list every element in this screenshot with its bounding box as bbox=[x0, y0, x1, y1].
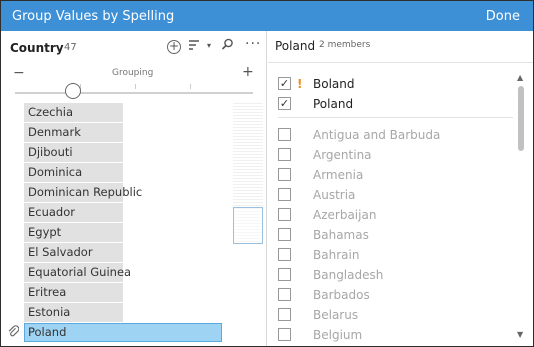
more-icon[interactable]: ··· bbox=[245, 36, 261, 52]
candidate-label: Belarus bbox=[313, 308, 359, 322]
member-label: Poland bbox=[313, 97, 354, 111]
country-item[interactable]: Eritrea bbox=[24, 283, 123, 302]
candidate-checkbox[interactable] bbox=[278, 248, 291, 261]
country-value-list: Czechia Denmark Djibouti Dominica Dominican … bbox=[1, 103, 231, 346]
candidate-label: Barbados bbox=[313, 288, 370, 302]
dialog-title: Group Values by Spelling bbox=[12, 9, 175, 24]
member-separator bbox=[278, 117, 513, 118]
country-item[interactable]: Czechia bbox=[24, 103, 123, 122]
candidate-checkbox[interactable] bbox=[278, 328, 291, 341]
candidate-label: Bangladesh bbox=[313, 268, 384, 282]
paperclip-icon[interactable] bbox=[7, 324, 20, 341]
candidate-checkbox[interactable] bbox=[278, 168, 291, 181]
candidate-checkbox[interactable] bbox=[278, 308, 291, 321]
member-label: Boland bbox=[313, 77, 355, 91]
candidate-label: Belgium bbox=[313, 328, 363, 342]
plus-icon[interactable]: + bbox=[242, 64, 254, 80]
group-members-panel: Poland 2 members ✓! Boland ✓ Poland Antigua… bbox=[268, 31, 533, 346]
field-values-panel: Country 47 + ▾ ··· − Grouping + Czechia D… bbox=[1, 31, 267, 346]
minus-icon[interactable]: − bbox=[13, 65, 25, 81]
field-value-count: 47 bbox=[64, 42, 77, 53]
member-checkbox[interactable]: ✓ bbox=[278, 97, 291, 110]
done-button[interactable]: Done bbox=[486, 9, 520, 24]
grouping-slider[interactable] bbox=[15, 92, 253, 94]
country-item[interactable]: Poland bbox=[24, 323, 222, 342]
candidate-checkbox[interactable] bbox=[278, 228, 291, 241]
candidate-checkbox[interactable] bbox=[278, 268, 291, 281]
search-icon[interactable] bbox=[221, 38, 234, 54]
slider-thumb[interactable] bbox=[65, 83, 81, 99]
candidate-label: Argentina bbox=[313, 148, 372, 162]
candidate-checkbox[interactable] bbox=[278, 148, 291, 161]
field-name: Country bbox=[10, 41, 64, 55]
group-member-count: 2 members bbox=[319, 40, 371, 50]
vertical-scrollbar[interactable] bbox=[518, 86, 524, 151]
group-name: Poland bbox=[275, 39, 316, 53]
plus-circle-icon[interactable]: + bbox=[167, 40, 181, 54]
scroll-up-arrow-icon[interactable]: ▲ bbox=[517, 73, 523, 82]
group-values-dialog: Group Values by Spelling Done Country 47… bbox=[0, 0, 534, 347]
country-item[interactable]: Equatorial Guinea bbox=[24, 263, 131, 282]
dialog-titlebar: Group Values by Spelling Done bbox=[1, 1, 533, 31]
country-item[interactable]: Dominica bbox=[24, 163, 123, 182]
chevron-down-icon[interactable]: ▾ bbox=[207, 41, 211, 50]
country-item[interactable]: Egypt bbox=[24, 223, 123, 242]
candidate-checkbox[interactable] bbox=[278, 128, 291, 141]
candidate-checkbox[interactable] bbox=[278, 288, 291, 301]
country-item[interactable]: Djibouti bbox=[24, 143, 123, 162]
country-item[interactable]: Denmark bbox=[24, 123, 123, 142]
country-item[interactable]: El Salvador bbox=[24, 243, 123, 262]
sort-icon[interactable] bbox=[188, 39, 200, 54]
candidate-checkbox[interactable] bbox=[278, 208, 291, 221]
country-item[interactable]: Ecuador bbox=[24, 203, 123, 222]
candidate-checkbox[interactable] bbox=[278, 188, 291, 201]
country-item[interactable]: Estonia bbox=[24, 303, 123, 322]
candidate-label: Armenia bbox=[313, 168, 364, 182]
overview-viewport[interactable] bbox=[233, 207, 263, 244]
warning-icon: ! bbox=[297, 77, 303, 91]
member-checkbox[interactable]: ✓ bbox=[278, 77, 291, 90]
candidate-label: Austria bbox=[313, 188, 356, 202]
scroll-down-arrow-icon[interactable]: ▼ bbox=[517, 330, 523, 339]
country-item[interactable]: Dominican Republic bbox=[24, 183, 142, 202]
slider-tick bbox=[135, 84, 136, 89]
candidate-label: Bahamas bbox=[313, 228, 369, 242]
candidate-label: Azerbaijan bbox=[313, 208, 377, 222]
slider-tick bbox=[190, 84, 191, 89]
candidate-label: Antigua and Barbuda bbox=[313, 128, 441, 142]
candidate-label: Bahrain bbox=[313, 248, 360, 262]
header-divider bbox=[268, 62, 533, 63]
grouping-label: Grouping bbox=[112, 68, 154, 78]
